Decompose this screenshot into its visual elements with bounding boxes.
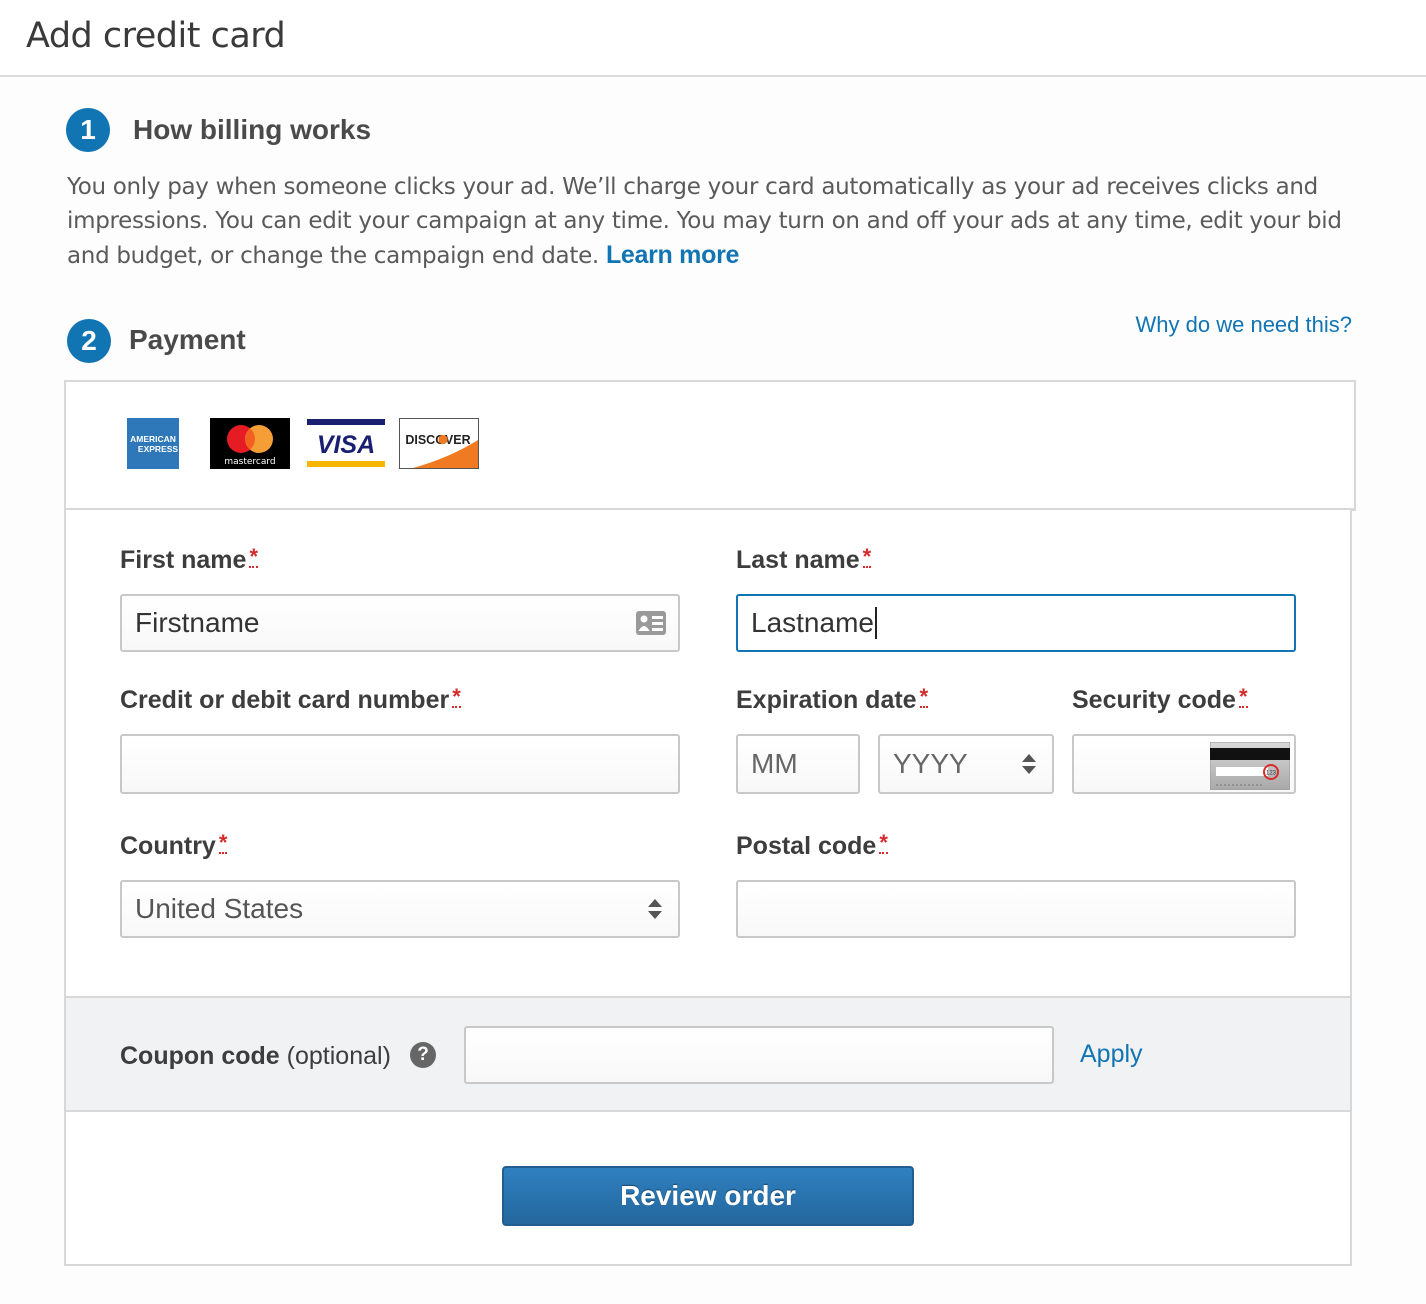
step-2-title: Payment bbox=[129, 324, 246, 355]
last-name-input[interactable]: Lastname bbox=[736, 594, 1296, 652]
postal-code-label-text: Postal code bbox=[736, 832, 877, 860]
expiration-label: Expiration date * bbox=[736, 684, 929, 715]
expiration-label-text: Expiration date bbox=[736, 686, 917, 714]
text-caret bbox=[874, 607, 877, 639]
billing-description: You only pay when someone clicks your ad… bbox=[67, 170, 1367, 273]
card-number-label: Credit or debit card number * bbox=[120, 686, 461, 715]
payment-form: First name * Firstname Last name * Lastnam… bbox=[64, 510, 1352, 1266]
country-label-text: Country bbox=[120, 832, 216, 860]
apply-coupon-link[interactable]: Apply bbox=[1080, 1040, 1143, 1069]
contact-card-icon[interactable] bbox=[636, 611, 666, 635]
cvv-card-back-icon: 123 bbox=[1210, 742, 1290, 790]
required-marker: * bbox=[218, 830, 228, 855]
step-1-title: How billing works bbox=[133, 114, 372, 145]
amex-line2: EXPRESS bbox=[138, 444, 178, 454]
select-arrows-icon bbox=[1022, 754, 1036, 774]
required-marker: * bbox=[862, 544, 872, 569]
why-do-we-need-this-link[interactable]: Why do we need this? bbox=[1136, 312, 1352, 338]
card-number-input[interactable] bbox=[120, 734, 680, 794]
last-name-value: Lastname bbox=[751, 607, 874, 638]
review-order-button[interactable]: Review order bbox=[502, 1166, 914, 1226]
first-name-value: Firstname bbox=[135, 607, 260, 638]
last-name-label: Last name * bbox=[736, 544, 872, 575]
required-marker: * bbox=[249, 544, 258, 569]
expiration-month-input[interactable]: MM bbox=[736, 734, 860, 794]
page-header: Add credit card bbox=[0, 0, 1426, 77]
step-2-badge: 2 bbox=[67, 319, 111, 363]
required-marker: * bbox=[879, 830, 888, 855]
select-arrows-icon bbox=[648, 899, 662, 919]
learn-more-link[interactable]: Learn more bbox=[606, 241, 739, 269]
expiration-year-select[interactable]: YYYY bbox=[878, 734, 1054, 794]
month-placeholder: MM bbox=[751, 748, 798, 779]
visa-logo: VISA bbox=[307, 418, 385, 469]
security-code-label: Security code * bbox=[1072, 686, 1248, 715]
country-value: United States bbox=[135, 893, 304, 924]
cvv-icon-text: 123 bbox=[1266, 771, 1277, 777]
required-marker: * bbox=[1238, 684, 1248, 709]
first-name-label-text: First name bbox=[120, 546, 247, 574]
mastercard-logo: mastercard bbox=[210, 418, 290, 469]
required-marker: * bbox=[452, 684, 461, 709]
postal-code-label: Postal code * bbox=[736, 832, 888, 861]
card-number-label-text: Credit or debit card number bbox=[120, 686, 450, 714]
discover-logo: DISCOVER bbox=[399, 418, 479, 469]
first-name-label: First name * bbox=[120, 546, 258, 575]
help-icon[interactable]: ? bbox=[410, 1042, 436, 1068]
amex-line1: AMERICAN bbox=[130, 434, 176, 444]
step-1-badge: 1 bbox=[66, 108, 110, 152]
first-name-input[interactable]: Firstname bbox=[120, 594, 680, 652]
coupon-optional-text: (optional) bbox=[286, 1042, 391, 1070]
coupon-code-input[interactable] bbox=[464, 1026, 1054, 1084]
year-placeholder: YYYY bbox=[893, 748, 968, 779]
country-select[interactable]: United States bbox=[120, 880, 680, 938]
security-code-input[interactable]: 123 bbox=[1072, 734, 1296, 794]
page-title: Add credit card bbox=[26, 16, 286, 56]
coupon-section: Coupon code (optional) ? Apply bbox=[66, 996, 1350, 1112]
security-code-label-text: Security code bbox=[1072, 686, 1236, 714]
last-name-label-text: Last name bbox=[736, 546, 860, 574]
card-logos-panel: AMERICAN EXPRESS mastercard VISA DISCOVE… bbox=[64, 380, 1356, 511]
coupon-label-text: Coupon code bbox=[120, 1042, 280, 1070]
amex-logo: AMERICAN EXPRESS bbox=[127, 418, 179, 469]
visa-text: VISA bbox=[317, 431, 375, 459]
required-marker: * bbox=[919, 684, 929, 709]
coupon-label: Coupon code (optional) bbox=[120, 1042, 391, 1071]
country-label: Country * bbox=[120, 830, 228, 861]
postal-code-input[interactable] bbox=[736, 880, 1296, 938]
mastercard-text: mastercard bbox=[224, 457, 275, 467]
discover-text: DISCOVER bbox=[405, 433, 470, 447]
